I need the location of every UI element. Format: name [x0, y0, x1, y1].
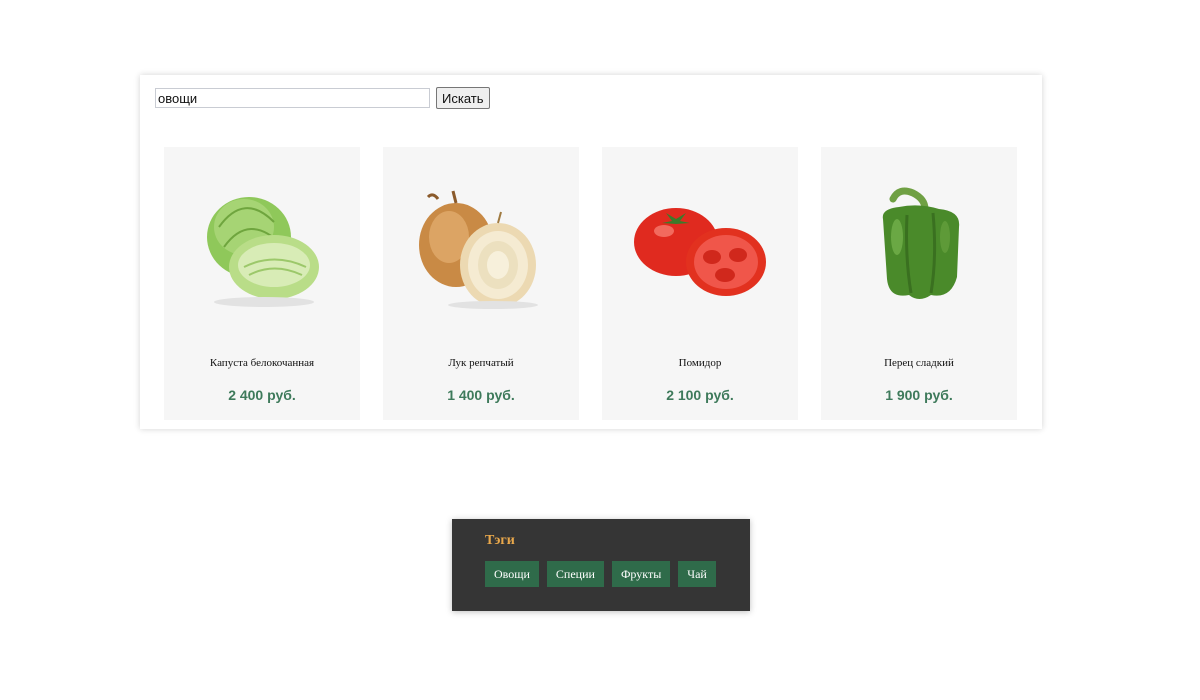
tag-vegetables[interactable]: Овощи — [485, 561, 539, 587]
product-grid: Капуста белокочанная 2 400 руб. Лук репч… — [164, 147, 1017, 420]
tags-title: Тэги — [485, 533, 515, 548]
product-card-cabbage[interactable]: Капуста белокочанная 2 400 руб. — [164, 147, 360, 420]
product-card-tomato[interactable]: Помидор 2 100 руб. — [602, 147, 798, 420]
onion-icon — [419, 190, 538, 309]
product-name: Помидор — [678, 357, 722, 369]
product-card-pepper[interactable]: Перец сладкий 1 900 руб. — [821, 147, 1017, 420]
product-name: Капуста белокочанная — [209, 357, 315, 369]
tomato-icon — [634, 208, 766, 296]
tag-list: Овощи Специи Фрукты Чай — [485, 561, 716, 587]
tag-spices[interactable]: Специи — [546, 561, 604, 587]
tags-panel: Тэги Овощи Специи Фрукты Чай — [452, 519, 750, 611]
product-price: 2 100 руб. — [666, 387, 734, 403]
tag-fruits[interactable]: Фрукты — [611, 561, 671, 587]
product-price: 1 400 руб. — [447, 387, 515, 403]
search-bar: Искать — [155, 87, 490, 109]
search-input[interactable] — [155, 88, 430, 108]
product-card-onion[interactable]: Лук репчатый 1 400 руб. — [383, 147, 579, 420]
product-name: Лук репчатый — [448, 357, 514, 369]
product-price: 2 400 руб. — [228, 387, 296, 403]
search-button[interactable]: Искать — [436, 87, 490, 109]
pepper-icon — [882, 187, 960, 299]
product-name: Перец сладкий — [884, 357, 954, 369]
tag-tea[interactable]: Чай — [678, 561, 716, 587]
cabbage-icon — [207, 197, 319, 307]
search-results-panel: Искать Капуста белокочанная 2 400 руб. — [140, 75, 1042, 429]
product-price: 1 900 руб. — [885, 387, 953, 403]
